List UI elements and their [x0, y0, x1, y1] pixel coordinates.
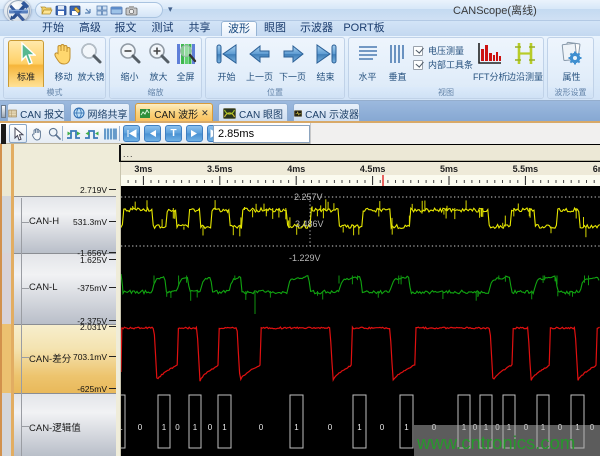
svg-text:5ms: 5ms: [440, 164, 458, 174]
svg-text:1: 1: [357, 423, 362, 432]
svg-text:www.cntronics.com: www.cntronics.com: [416, 432, 575, 453]
svg-text:-1.229V: -1.229V: [289, 253, 321, 263]
svg-text:2.257V: 2.257V: [294, 192, 323, 202]
svg-text:0: 0: [259, 423, 264, 432]
svg-text:1: 1: [121, 423, 123, 432]
svg-text:0: 0: [138, 423, 143, 432]
svg-text:3.5ms: 3.5ms: [207, 164, 233, 174]
svg-text:1: 1: [162, 423, 167, 432]
svg-text:1: 1: [294, 423, 299, 432]
svg-text:3ms: 3ms: [134, 164, 152, 174]
svg-text:1: 1: [193, 423, 198, 432]
svg-text:0: 0: [175, 423, 180, 432]
svg-text:1: 1: [404, 423, 409, 432]
svg-text:0: 0: [380, 423, 385, 432]
svg-text:5.5ms: 5.5ms: [513, 164, 539, 174]
svg-text:0: 0: [208, 423, 213, 432]
svg-text:4.5ms: 4.5ms: [360, 164, 386, 174]
svg-text:6ms: 6ms: [593, 164, 600, 174]
svg-text:3.486V: 3.486V: [295, 219, 324, 229]
svg-text:1: 1: [222, 423, 227, 432]
svg-text:0: 0: [328, 423, 333, 432]
svg-text:4ms: 4ms: [287, 164, 305, 174]
